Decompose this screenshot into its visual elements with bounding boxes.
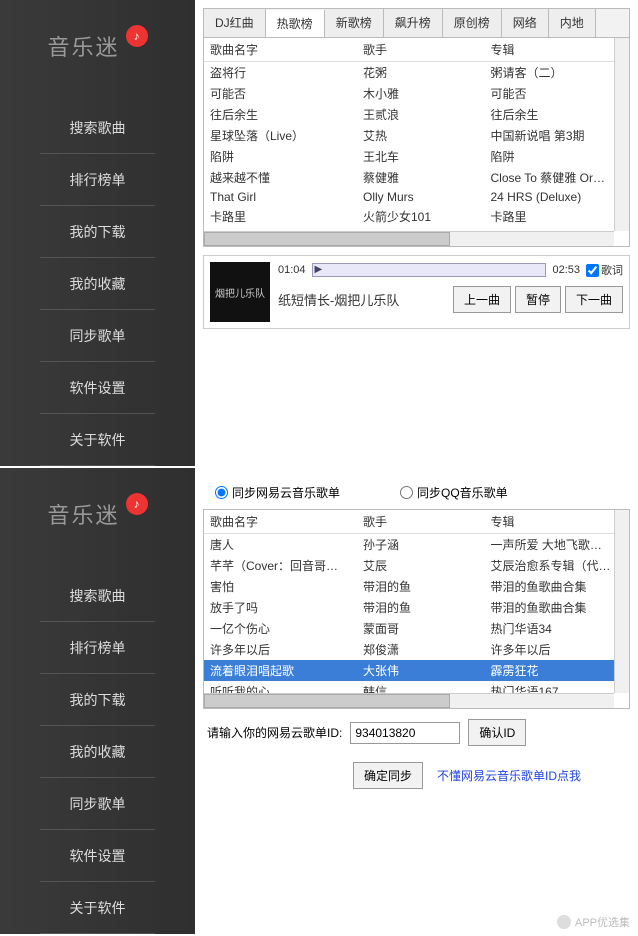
sidebar-item-1[interactable]: 排行榜单 <box>0 622 195 674</box>
progress-bar[interactable]: ▶ <box>312 263 547 277</box>
now-playing-title: 纸短情长-烟把儿乐队 <box>278 290 399 309</box>
wechat-icon <box>557 915 571 929</box>
col-header[interactable]: 歌曲名字 <box>204 38 357 62</box>
time-duration: 02:53 <box>552 264 580 276</box>
id-label: 请输入你的网易云歌单ID: <box>207 724 342 741</box>
table-row[interactable]: 卡路里火箭少女101卡路里 <box>204 206 629 227</box>
sidebar-item-6[interactable]: 关于软件 <box>0 414 195 466</box>
brand: 音乐迷 ♪ <box>0 468 195 570</box>
time-current: 01:04 <box>278 264 306 276</box>
song-table: 歌曲名字歌手专辑 盗将行花粥粥请客（二）可能否木小雅可能否往后余生王贰浪往后余生… <box>203 37 630 247</box>
tab-3[interactable]: 飙升榜 <box>384 9 443 37</box>
tab-2[interactable]: 新歌榜 <box>325 9 384 37</box>
sidebar-item-1[interactable]: 排行榜单 <box>0 154 195 206</box>
pause-button[interactable]: 暂停 <box>515 286 561 313</box>
playlist-id-input[interactable] <box>350 722 460 744</box>
col-header[interactable]: 歌手 <box>357 510 485 534</box>
sidebar-item-5[interactable]: 软件设置 <box>0 362 195 414</box>
confirm-id-button[interactable]: 确认ID <box>468 719 526 746</box>
next-button[interactable]: 下一曲 <box>565 286 623 313</box>
sidebar-item-4[interactable]: 同步歌单 <box>0 778 195 830</box>
table-row[interactable]: 唐人孙子涵一声所爱 大地飞歌… <box>204 534 629 556</box>
sidebar: 音乐迷 ♪ 搜索歌曲排行榜单我的下载我的收藏同步歌单软件设置关于软件 <box>0 0 195 466</box>
table-row[interactable]: 星球坠落（Live）艾热中国新说唱 第3期 <box>204 125 629 146</box>
playlist-table: 歌曲名字歌手专辑 唐人孙子涵一声所爱 大地飞歌…芊芊（Cover：回音哥…艾辰艾… <box>203 509 630 709</box>
col-header[interactable]: 歌曲名字 <box>204 510 357 534</box>
table-row[interactable]: 可能否木小雅可能否 <box>204 83 629 104</box>
sidebar-item-6[interactable]: 关于软件 <box>0 882 195 934</box>
table-row[interactable]: That GirlOlly Murs24 HRS (Deluxe) <box>204 188 629 206</box>
brand: 音乐迷 ♪ <box>0 0 195 102</box>
scrollbar-horizontal[interactable] <box>204 231 614 246</box>
table-row[interactable]: 许多年以后郑俊潇许多年以后 <box>204 639 629 660</box>
col-header[interactable]: 专辑 <box>485 510 630 534</box>
radio-netease[interactable]: 同步网易云音乐歌单 <box>215 484 340 501</box>
sidebar-item-3[interactable]: 我的收藏 <box>0 258 195 310</box>
sidebar-item-5[interactable]: 软件设置 <box>0 830 195 882</box>
sidebar-item-2[interactable]: 我的下载 <box>0 206 195 258</box>
lyric-checkbox[interactable]: 歌词 <box>586 262 623 278</box>
tab-5[interactable]: 网络 <box>502 9 549 37</box>
col-header[interactable]: 专辑 <box>485 38 630 62</box>
table-row[interactable]: 放手了吗带泪的鱼带泪的鱼歌曲合集 <box>204 597 629 618</box>
scrollbar-horizontal[interactable] <box>204 693 614 708</box>
table-row[interactable]: 往后余生王贰浪往后余生 <box>204 104 629 125</box>
music-note-icon: ♪ <box>126 25 148 47</box>
brand-title: 音乐迷 <box>47 30 119 62</box>
watermark: APP优选集 <box>557 914 630 930</box>
table-row[interactable]: 一亿个伤心蒙面哥热门华语34 <box>204 618 629 639</box>
brand-title: 音乐迷 <box>47 498 119 530</box>
album-cover: 烟把儿乐队 <box>210 262 270 322</box>
col-header[interactable]: 歌手 <box>357 38 485 62</box>
table-row[interactable]: 害怕带泪的鱼带泪的鱼歌曲合集 <box>204 576 629 597</box>
sidebar-item-0[interactable]: 搜索歌曲 <box>0 570 195 622</box>
sidebar-item-4[interactable]: 同步歌单 <box>0 310 195 362</box>
table-row[interactable]: 盗将行花粥粥请客（二） <box>204 62 629 84</box>
table-row[interactable]: 芊芊（Cover：回音哥…艾辰艾辰治愈系专辑（代… <box>204 555 629 576</box>
sidebar-item-3[interactable]: 我的收藏 <box>0 726 195 778</box>
tab-1[interactable]: 热歌榜 <box>266 10 325 38</box>
tab-6[interactable]: 内地 <box>549 9 596 37</box>
tab-0[interactable]: DJ红曲 <box>204 9 266 37</box>
sync-button[interactable]: 确定同步 <box>353 762 423 789</box>
scrollbar-vertical[interactable] <box>614 38 629 231</box>
music-note-icon: ♪ <box>126 493 148 515</box>
tab-4[interactable]: 原创榜 <box>443 9 502 37</box>
sidebar-item-0[interactable]: 搜索歌曲 <box>0 102 195 154</box>
player: 烟把儿乐队 01:04 ▶ 02:53 歌词 纸短情长-烟把儿乐队 上一曲 暂停… <box>203 255 630 329</box>
prev-button[interactable]: 上一曲 <box>453 286 511 313</box>
table-row[interactable]: 陷阱王北车陷阱 <box>204 146 629 167</box>
sidebar-item-2[interactable]: 我的下载 <box>0 674 195 726</box>
table-row[interactable]: 流着眼泪唱起歌大张伟霹雳狂花 <box>204 660 629 681</box>
scrollbar-vertical[interactable] <box>614 510 629 693</box>
chart-tabs: DJ红曲热歌榜新歌榜飙升榜原创榜网络内地 <box>203 8 630 37</box>
table-row[interactable]: 越来越不懂蔡健雅Close To 蔡健雅 Or… <box>204 167 629 188</box>
radio-qq[interactable]: 同步QQ音乐歌单 <box>400 484 508 501</box>
sidebar: 音乐迷 ♪ 搜索歌曲排行榜单我的下载我的收藏同步歌单软件设置关于软件 <box>0 468 195 934</box>
